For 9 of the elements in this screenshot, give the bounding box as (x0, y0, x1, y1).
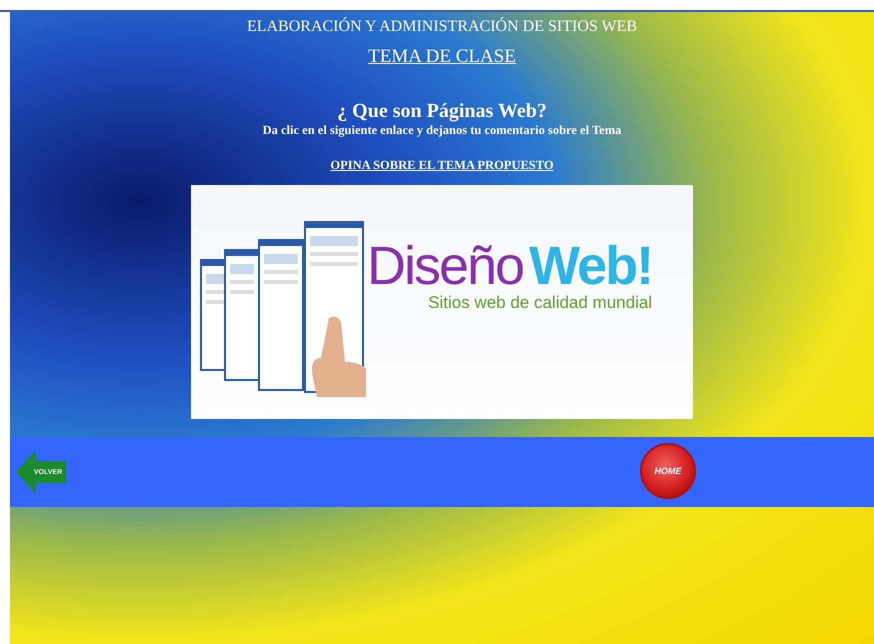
banner-headline: Diseño (367, 235, 524, 296)
course-title: ELABORACIÓN Y ADMINISTRACIÓN DE SITIOS WEB (246, 18, 638, 36)
topic-question: ¿ Que son Páginas Web? (337, 100, 547, 123)
home-button[interactable]: HOME (640, 443, 696, 499)
opinion-link[interactable]: OPINA SOBRE EL TEMA PROPUESTO (330, 158, 554, 173)
banner-headline: Web! (529, 235, 652, 296)
instruction-text: Da clic en el siguiente enlace y dejanos tu comentario sobre el Tema (262, 123, 622, 138)
class-topic-link[interactable]: TEMA DE CLASE (368, 46, 516, 68)
banner-tagline: Sitios web de calidad mundial (428, 293, 652, 313)
